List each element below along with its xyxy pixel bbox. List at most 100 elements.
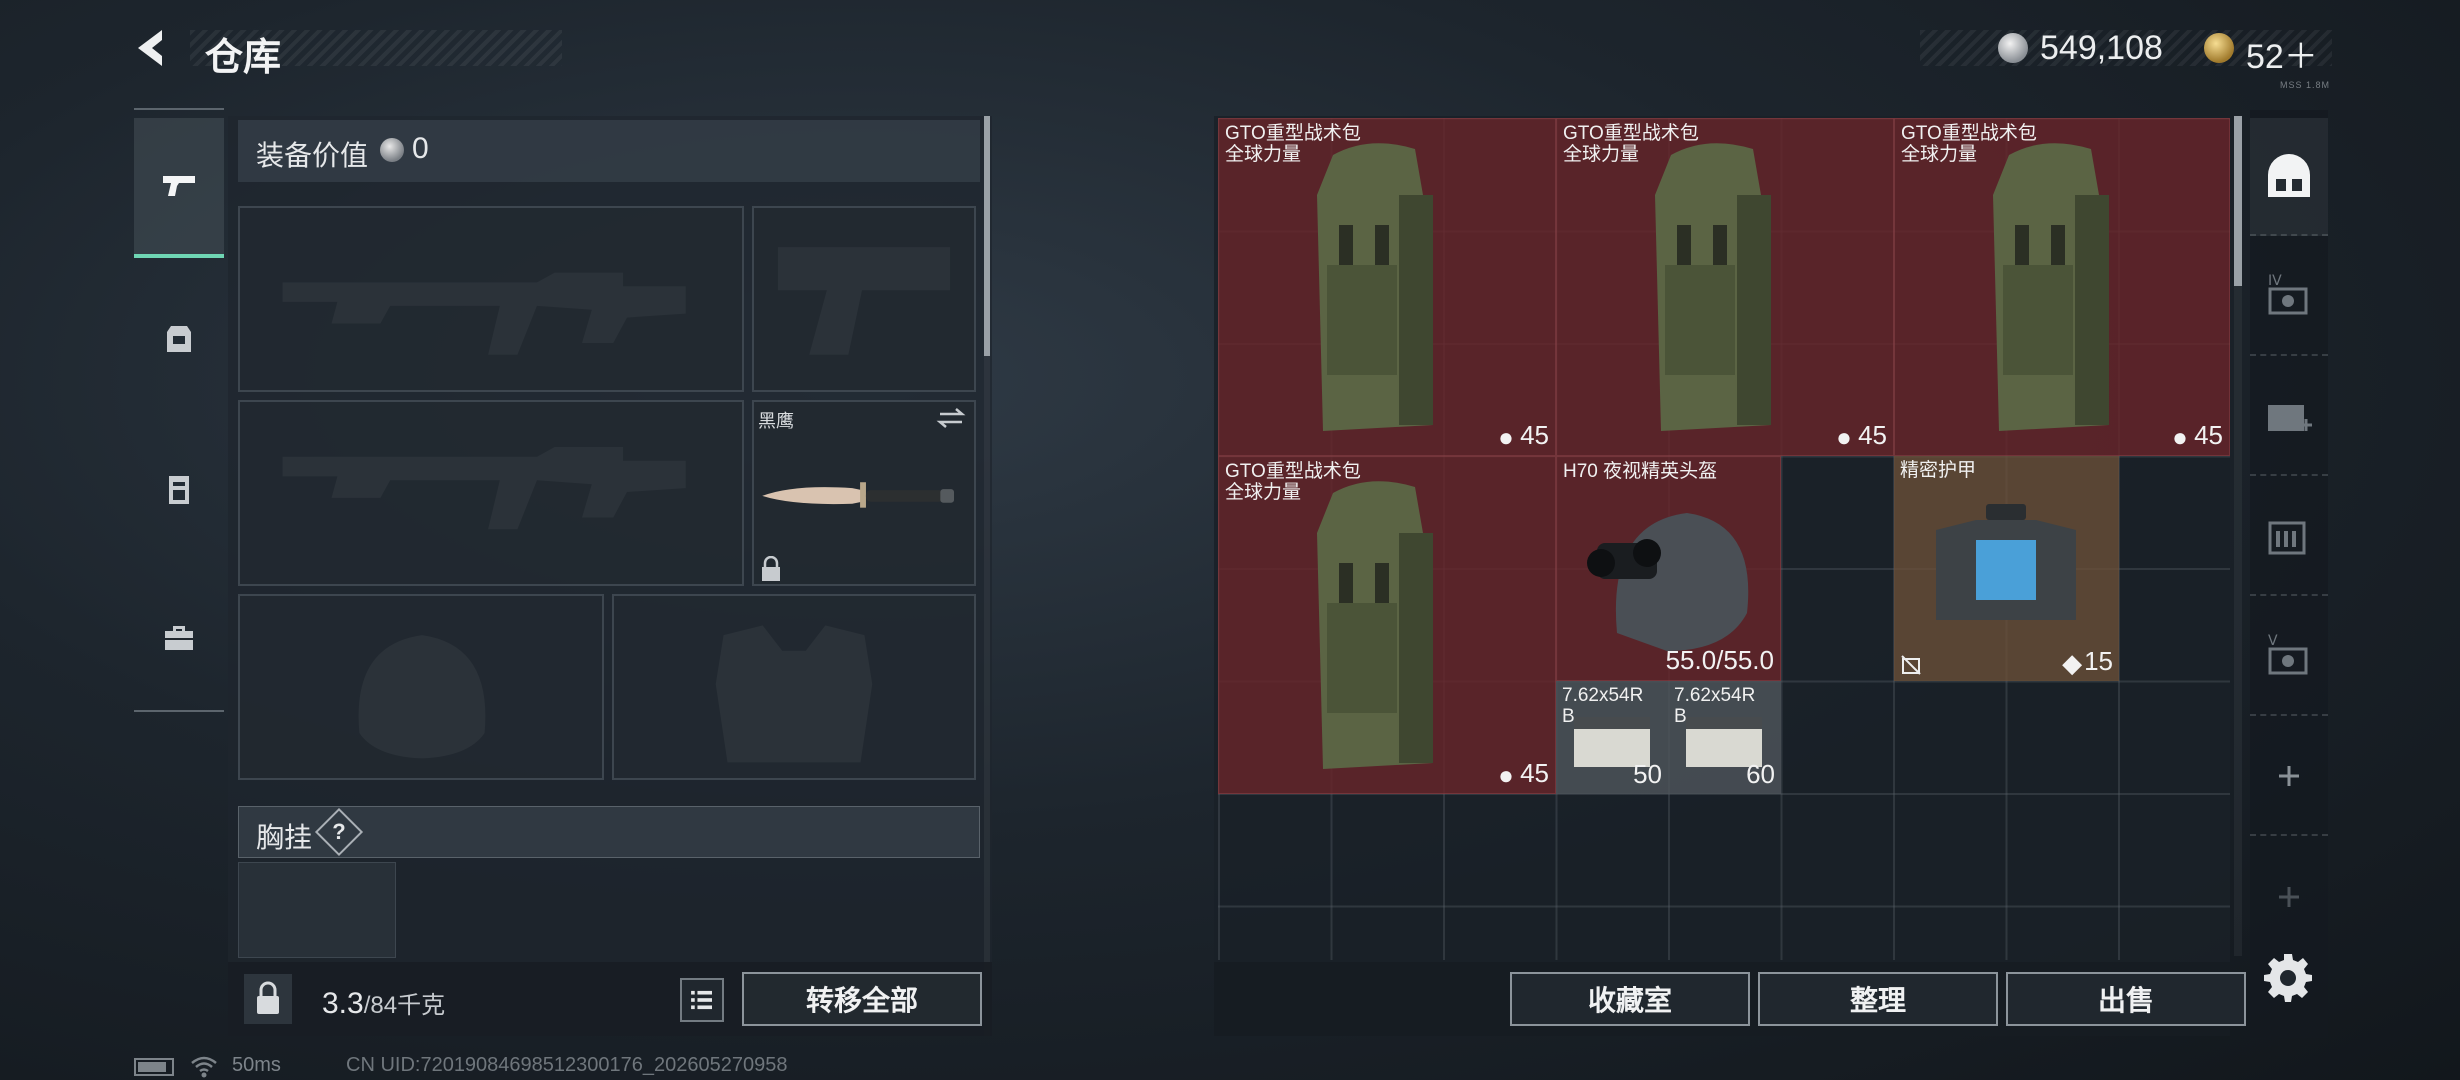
rifle-silhouette-icon	[282, 447, 686, 530]
rail-item-stash[interactable]	[2250, 118, 2328, 236]
no-insure-icon	[1901, 655, 1921, 675]
pistol-icon	[163, 176, 195, 196]
item-armor-class-value: 15	[2084, 646, 2113, 676]
collection-room-button[interactable]: 收藏室	[1510, 972, 1750, 1026]
item-capacity: ● 45	[2172, 420, 2223, 452]
backpack-image	[1317, 143, 1433, 431]
shield-icon: ◆	[2062, 648, 2083, 678]
backpack-capacity-icon: ●	[1498, 760, 1514, 790]
backpack-capacity-icon: ●	[1498, 422, 1514, 452]
plus-icon	[2279, 766, 2299, 786]
weight-indicator: 3.3/84千克	[322, 985, 445, 1021]
stash-item-helmet[interactable]: H70 夜视精英头盔 55.0/55.0	[1556, 456, 1781, 681]
stash-item-ammo[interactable]: 7.62x54R B 60	[1668, 681, 1781, 794]
back-button[interactable]	[128, 22, 180, 74]
item-capacity-value: 45	[2194, 420, 2223, 450]
stash-item-ammo[interactable]: 7.62x54R B 50	[1556, 681, 1668, 794]
gold-currency-value[interactable]: 52＋	[2246, 29, 2318, 78]
stash-item-backpack[interactable]: GTO重型战术包 全球力量 ● 45	[1218, 456, 1556, 794]
ammo-case-icon	[2268, 521, 2306, 555]
sidebar-item-weapons[interactable]	[134, 118, 224, 258]
transfer-all-button[interactable]: 转移全部	[742, 972, 982, 1026]
chest-rig-slot[interactable]	[238, 862, 396, 958]
armor-case-image	[1936, 504, 2076, 620]
backpack-image	[1993, 143, 2109, 431]
svg-text:IV: IV	[2268, 273, 2282, 289]
stash-icon	[2268, 154, 2310, 197]
weight-current: 3.3	[322, 987, 364, 1020]
equipment-value: 0	[412, 132, 429, 165]
item-durability: 55.0/55.0	[1665, 645, 1774, 675]
rifle-silhouette-icon	[282, 272, 686, 355]
lock-icon	[257, 981, 279, 1014]
page-title: 仓库	[205, 37, 282, 79]
gold-coin-icon	[2204, 33, 2234, 63]
item-capacity-value: 45	[1858, 420, 1887, 450]
rail-item-case-iv[interactable]: IV	[2250, 238, 2328, 356]
item-name: GTO重型战术包 全球力量	[1225, 123, 1361, 165]
svg-text:V: V	[2268, 633, 2278, 649]
armor-slot[interactable]	[612, 594, 976, 780]
backpack-icon	[167, 326, 191, 352]
item-capacity: ● 45	[1498, 758, 1549, 790]
item-stack-count: 60	[1746, 759, 1775, 789]
helmet-silhouette-icon	[358, 635, 486, 759]
sidebar-item-gear[interactable]	[134, 268, 224, 408]
stash-item-backpack[interactable]: GTO重型战术包 全球力量 ● 45	[1556, 118, 1894, 456]
silver-coin-icon	[380, 138, 404, 162]
item-capacity-value: 45	[1520, 758, 1549, 788]
list-view-button[interactable]	[680, 978, 724, 1022]
sidebar-item-tools[interactable]	[134, 568, 224, 708]
pistol-silhouette-icon	[777, 247, 951, 355]
case-v-icon: V	[2268, 633, 2308, 675]
chest-rig-label: 胸挂	[256, 822, 313, 853]
sidearm-slot[interactable]	[752, 206, 976, 392]
item-capacity: ● 45	[1498, 420, 1549, 452]
user-uid: CN UID:72019084698512300176_202605270958	[346, 1054, 788, 1076]
secondary-weapon-slot[interactable]	[238, 400, 744, 586]
stash-item-backpack[interactable]: GTO重型战术包 全球力量 ● 45	[1218, 118, 1556, 456]
item-name: 精密护甲	[1900, 460, 1977, 481]
weight-lock-button[interactable]	[244, 974, 292, 1024]
ping-value: 50ms	[232, 1054, 281, 1076]
item-name: 7.62x54R B	[1674, 685, 1756, 727]
gear-icon[interactable]	[2262, 950, 2314, 1002]
stash-item-backpack[interactable]: GTO重型战术包 全球力量 ● 45	[1894, 118, 2230, 456]
clipboard-icon	[169, 476, 189, 504]
item-name: GTO重型战术包 全球力量	[1563, 123, 1699, 165]
rail-item-medkit-case[interactable]	[2250, 358, 2328, 476]
sell-button[interactable]: 出售	[2006, 972, 2246, 1026]
rail-item-add[interactable]	[2250, 838, 2328, 956]
primary-weapon-slot[interactable]	[238, 206, 744, 392]
list-icon	[691, 990, 712, 1010]
swap-icon[interactable]	[936, 406, 966, 430]
weight-max: /84千克	[363, 992, 446, 1019]
case-iv-icon: IV	[2268, 273, 2308, 315]
version-tag: MSS 1.8M	[2280, 80, 2331, 90]
silver-coin-icon	[1998, 33, 2028, 63]
loadout-scrollbar[interactable]	[984, 116, 990, 356]
item-capacity-value: 45	[1520, 420, 1549, 450]
vest-silhouette-icon	[715, 625, 873, 763]
stash-scrollbar[interactable]	[2234, 116, 2242, 286]
rail-item-ammo-case[interactable]	[2250, 478, 2328, 596]
item-name: GTO重型战术包 全球力量	[1225, 461, 1361, 503]
item-armor-class: ◆15	[2062, 646, 2113, 678]
plus-icon	[2279, 887, 2299, 907]
rail-item-case-v[interactable]: V	[2250, 598, 2328, 716]
backpack-image	[1317, 481, 1433, 769]
equipment-value-label: 装备价值	[256, 140, 369, 171]
item-name: GTO重型战术包 全球力量	[1901, 123, 2037, 165]
organize-button[interactable]: 整理	[1758, 972, 1998, 1026]
item-name: H70 夜视精英头盔	[1563, 461, 1718, 482]
wifi-icon	[191, 1056, 217, 1078]
sidebar-item-supplies[interactable]	[134, 418, 224, 558]
melee-item-name: 黑鹰	[758, 411, 794, 431]
lock-icon	[762, 556, 780, 581]
stash-item-armor[interactable]: 精密护甲 ◆15	[1894, 456, 2119, 681]
rail-item-add[interactable]	[2250, 718, 2328, 836]
item-name: 7.62x54R B	[1562, 685, 1644, 727]
medkit-case-icon	[2268, 405, 2312, 431]
item-stack-count: 50	[1633, 759, 1662, 789]
helmet-slot[interactable]	[238, 594, 604, 780]
